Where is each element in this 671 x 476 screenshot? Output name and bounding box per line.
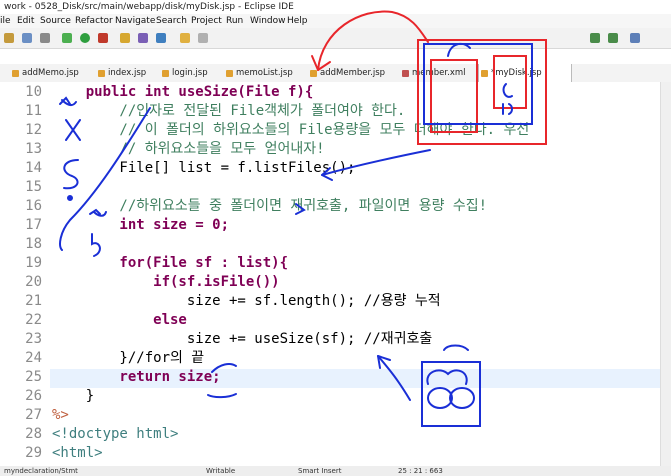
tab-addmemo[interactable]: addMemo.jsp	[10, 64, 79, 82]
line-number: 27	[25, 407, 42, 423]
line-number: 19	[25, 255, 42, 271]
line-number: 18	[25, 236, 42, 252]
line-number: 29	[25, 445, 42, 461]
code-line[interactable]: int size = 0;	[52, 216, 229, 235]
code-line[interactable]: return size;	[52, 368, 220, 387]
jsp-file-icon	[481, 70, 488, 77]
line-number: 20	[25, 274, 42, 290]
code-line[interactable]: else	[52, 311, 187, 330]
forward-icon[interactable]	[608, 33, 618, 43]
toolbar	[0, 28, 671, 49]
jsp-file-icon	[98, 70, 105, 77]
menu-source[interactable]: Source	[40, 14, 71, 28]
code-line[interactable]: }	[52, 387, 94, 406]
code-line[interactable]: size += useSize(sf); //재귀호출	[52, 330, 432, 349]
search-icon[interactable]	[156, 33, 166, 43]
code-line[interactable]: <html>	[52, 444, 103, 463]
menu-window[interactable]: Window	[250, 14, 286, 28]
line-number: 28	[25, 426, 42, 442]
line-number: 21	[25, 293, 42, 309]
status-insert-mode: Smart Insert	[298, 467, 342, 475]
code-line[interactable]: size += sf.length(); //용량 누적	[52, 292, 441, 311]
code-line[interactable]: %>	[52, 406, 69, 425]
open-type-icon[interactable]	[138, 33, 148, 43]
tab-member-xml[interactable]: member.xml	[400, 64, 466, 82]
jsp-file-icon	[310, 70, 317, 77]
new-icon[interactable]	[4, 33, 14, 43]
menu-run[interactable]: Run	[226, 14, 243, 28]
line-number: 26	[25, 388, 42, 404]
code-line[interactable]: //하위요소들 중 폴더이면 재귀호출, 파일이면 용량 수집!	[52, 197, 487, 216]
line-number: 25	[25, 369, 42, 385]
code-line[interactable]: }//for의 끝	[52, 349, 204, 368]
status-cursor-position: 25 : 21 : 663	[398, 467, 443, 475]
code-editor[interactable]: 10 11 12 13 14 15 16 17 18 19 20 21 22 2…	[0, 82, 670, 466]
menu-edit[interactable]: Edit	[17, 14, 34, 28]
line-number: 22	[25, 312, 42, 328]
status-bar: myndeclaration/Stmt Writable Smart Inser…	[0, 466, 671, 476]
menu-bar: ile Edit Source Refactor Navigate Search…	[0, 14, 671, 28]
run-icon[interactable]	[80, 33, 90, 43]
tab-login[interactable]: login.jsp	[160, 64, 208, 82]
code-line[interactable]: for(File sf : list){	[52, 254, 288, 273]
line-number: 15	[25, 179, 42, 195]
debug-icon[interactable]	[62, 33, 72, 43]
line-number: 17	[25, 217, 42, 233]
jsp-file-icon	[226, 70, 233, 77]
title-bar: work - 0528_Disk/src/main/webapp/disk/my…	[0, 0, 671, 14]
jsp-file-icon	[162, 70, 169, 77]
line-number: 14	[25, 160, 42, 176]
tab-index[interactable]: index.jsp	[96, 64, 146, 82]
code-line[interactable]: // 이 폴더의 하위요소들의 File용량을 모두 더해야 한다. 우선	[52, 121, 529, 140]
menu-search[interactable]: Search	[156, 14, 187, 28]
code-line[interactable]: //인자로 전달된 File객체가 폴더여야 한다.	[52, 102, 405, 121]
line-number: 24	[25, 350, 42, 366]
annotation-next-icon[interactable]	[180, 33, 190, 43]
perspective-icon[interactable]	[630, 33, 640, 43]
print-icon[interactable]	[40, 33, 50, 43]
save-icon[interactable]	[22, 33, 32, 43]
xml-file-icon	[402, 70, 409, 77]
line-number: 12	[25, 122, 42, 138]
menu-navigate[interactable]: Navigate	[115, 14, 155, 28]
back-icon[interactable]	[590, 33, 600, 43]
menu-refactor[interactable]: Refactor	[75, 14, 113, 28]
tab-mydisk[interactable]: *myDisk.jsp	[478, 64, 572, 82]
tab-addmember[interactable]: addMember.jsp	[308, 64, 385, 82]
tab-memolist[interactable]: memoList.jsp	[224, 64, 293, 82]
code-line[interactable]: <!doctype html>	[52, 425, 178, 444]
status-mode: Writable	[206, 467, 236, 475]
external-tools-icon[interactable]	[98, 33, 108, 43]
menu-project[interactable]: Project	[191, 14, 222, 28]
menu-help[interactable]: Help	[287, 14, 308, 28]
code-line[interactable]: File[] list = f.listFiles();	[52, 159, 355, 178]
line-number: 11	[25, 103, 42, 119]
code-line[interactable]: if(sf.isFile())	[52, 273, 279, 292]
menu-file[interactable]: ile	[0, 14, 11, 28]
line-number-gutter: 10 11 12 13 14 15 16 17 18 19 20 21 22 2…	[0, 82, 50, 466]
line-number: 10	[25, 84, 42, 100]
code-line[interactable]: // 하위요소들을 모두 얻어내자!	[52, 140, 324, 159]
vertical-scrollbar[interactable]	[660, 82, 671, 466]
line-number: 13	[25, 141, 42, 157]
code-line[interactable]: public int useSize(File f){	[52, 83, 314, 102]
line-number: 16	[25, 198, 42, 214]
line-number: 23	[25, 331, 42, 347]
new-java-project-icon[interactable]	[120, 33, 130, 43]
window-title: work - 0528_Disk/src/main/webapp/disk/my…	[4, 2, 294, 12]
editor-tabs: addMemo.jsp index.jsp login.jsp memoList…	[0, 64, 671, 83]
pin-icon[interactable]	[198, 33, 208, 43]
status-path: myndeclaration/Stmt	[4, 467, 78, 475]
jsp-file-icon	[12, 70, 19, 77]
